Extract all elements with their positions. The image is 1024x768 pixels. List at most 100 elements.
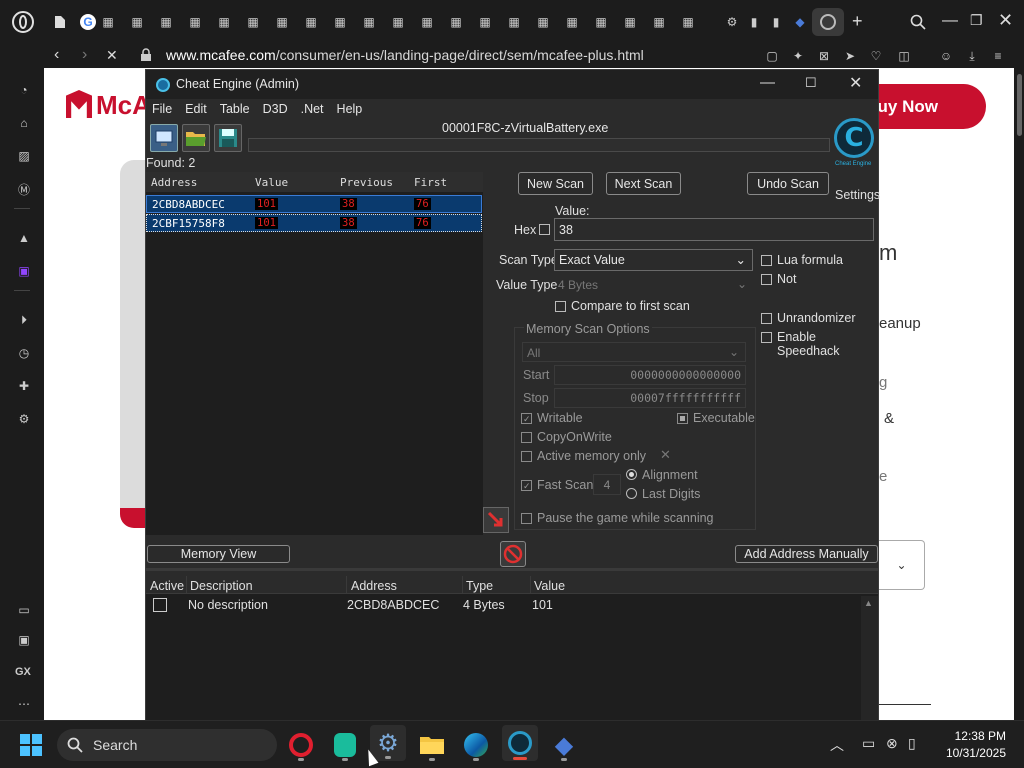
grid-icon[interactable]: ▦ bbox=[303, 14, 319, 30]
page-scrollbar[interactable] bbox=[1014, 68, 1024, 720]
col-value[interactable]: Value bbox=[255, 176, 288, 189]
hex-checkbox[interactable] bbox=[539, 224, 550, 235]
cheat-table[interactable]: Active Description Address Type Value No… bbox=[146, 576, 878, 721]
history-icon[interactable]: ◷ bbox=[16, 345, 32, 361]
menu-dotnet[interactable]: .Net bbox=[301, 102, 324, 120]
speed-dial-icon[interactable]: ◔ bbox=[16, 82, 32, 98]
col-type[interactable]: Type bbox=[466, 579, 493, 593]
active-checkbox[interactable] bbox=[153, 598, 167, 612]
grid-icon[interactable]: ▦ bbox=[506, 14, 522, 30]
grid-icon[interactable]: ▦ bbox=[129, 14, 145, 30]
grid-icon[interactable]: ▦ bbox=[216, 14, 232, 30]
grid-icon[interactable]: ▦ bbox=[390, 14, 406, 30]
result-row[interactable]: 2CBD8ABDCEC 101 38 76 bbox=[146, 195, 482, 213]
minimize-icon[interactable]: — bbox=[942, 12, 958, 30]
lock-icon[interactable] bbox=[140, 48, 152, 62]
ce-title-bar[interactable]: Cheat Engine (Admin) — ☐ ✕ bbox=[146, 70, 878, 99]
memory-view-button[interactable]: Memory View bbox=[147, 545, 290, 563]
file-tab-icon[interactable]: ▮ bbox=[746, 14, 762, 30]
gear-tab-icon[interactable]: ⚙ bbox=[724, 14, 740, 30]
undo-scan-button[interactable]: Undo Scan bbox=[747, 172, 829, 195]
menu-help[interactable]: Help bbox=[337, 102, 363, 120]
taskbar-edge[interactable] bbox=[458, 727, 494, 763]
pin-icon[interactable]: ✦ bbox=[790, 48, 806, 64]
clear-list-button[interactable] bbox=[500, 541, 526, 567]
copy-on-write-checkbox[interactable] bbox=[521, 432, 532, 443]
block-icon[interactable]: ⊠ bbox=[816, 48, 832, 64]
taskbar-cheat-engine[interactable] bbox=[502, 725, 538, 761]
wallpaper-icon[interactable]: ▨ bbox=[16, 148, 32, 164]
ram-icon[interactable]: ▭ bbox=[16, 602, 32, 618]
file-tab-icon[interactable]: ▮ bbox=[768, 14, 784, 30]
drop-tab-icon[interactable]: ◆ bbox=[792, 14, 808, 30]
compare-first-checkbox[interactable] bbox=[555, 301, 566, 312]
col-first[interactable]: First bbox=[414, 176, 447, 189]
grid-icon[interactable]: ▦ bbox=[419, 14, 435, 30]
alignment-radio[interactable] bbox=[626, 469, 637, 480]
search-tabs-icon[interactable] bbox=[910, 14, 926, 30]
scan-results-list[interactable]: Address Value Previous First 2CBD8ABDCEC… bbox=[146, 172, 483, 535]
close-icon[interactable]: ✕ bbox=[998, 10, 1013, 31]
back-icon[interactable]: ‹ bbox=[54, 46, 59, 64]
result-row[interactable]: 2CBF15758F8 101 38 76 bbox=[146, 214, 482, 232]
open-process-button[interactable] bbox=[150, 124, 178, 152]
col-address[interactable]: Address bbox=[351, 579, 397, 593]
speedhack-checkbox[interactable] bbox=[761, 332, 772, 343]
snapshot-icon[interactable]: ▢ bbox=[764, 48, 780, 64]
scrollbar-thumb[interactable] bbox=[1016, 74, 1022, 136]
ai-icon[interactable]: ⌂ bbox=[16, 115, 32, 131]
settings-icon[interactable]: ⚙ bbox=[16, 411, 32, 427]
taskbar-app-blue[interactable]: ◆ bbox=[546, 727, 582, 763]
messenger-icon[interactable]: Ⓜ bbox=[16, 181, 32, 197]
battery-icon[interactable]: ▯ bbox=[908, 735, 916, 752]
more-icon[interactable]: ⋯ bbox=[16, 696, 32, 712]
stop-address-input[interactable]: 00007fffffffffff bbox=[554, 388, 746, 408]
unrandomizer-checkbox[interactable] bbox=[761, 313, 772, 324]
grid-icon[interactable]: ▦ bbox=[245, 14, 261, 30]
grid-icon[interactable]: ▦ bbox=[361, 14, 377, 30]
grid-icon[interactable]: ▦ bbox=[651, 14, 667, 30]
restore-icon[interactable]: ❐ bbox=[970, 12, 983, 29]
fast-scan-checkbox[interactable] bbox=[521, 480, 532, 491]
add-selected-to-list-button[interactable] bbox=[483, 507, 509, 533]
scan-type-select[interactable]: Exact Value ⌄ bbox=[554, 249, 753, 271]
col-address[interactable]: Address bbox=[151, 176, 197, 189]
send-icon[interactable]: ➤ bbox=[842, 48, 858, 64]
clock-date[interactable]: 10/31/2025 bbox=[938, 746, 1006, 760]
memory-region-select[interactable]: All ⌄ bbox=[522, 342, 746, 362]
wallet-icon[interactable]: ◫ bbox=[896, 48, 912, 64]
grid-icon[interactable]: ▦ bbox=[622, 14, 638, 30]
menu-table[interactable]: Table bbox=[220, 102, 250, 120]
not-checkbox[interactable] bbox=[761, 274, 772, 285]
network-icon[interactable]: ⊗ bbox=[886, 735, 898, 752]
start-address-input[interactable]: 0000000000000000 bbox=[554, 365, 746, 385]
save-button[interactable] bbox=[214, 124, 242, 152]
url-field[interactable]: www.mcafee.com/consumer/en-us/landing-pa… bbox=[166, 47, 644, 63]
grid-icon[interactable]: ▦ bbox=[274, 14, 290, 30]
value-type-select[interactable]: 4 Bytes ⌄ bbox=[554, 275, 753, 295]
menu-d3d[interactable]: D3D bbox=[263, 102, 288, 120]
menu-file[interactable]: File bbox=[152, 102, 172, 120]
new-scan-button[interactable]: New Scan bbox=[518, 172, 593, 195]
active-tab[interactable] bbox=[812, 8, 844, 36]
splitter[interactable] bbox=[146, 568, 878, 571]
clear-icon[interactable]: ✕ bbox=[660, 447, 671, 463]
settings-link[interactable]: Settings bbox=[835, 188, 880, 202]
add-address-manually-button[interactable]: Add Address Manually bbox=[735, 545, 878, 563]
table-scrollbar[interactable]: ▲ bbox=[861, 596, 878, 721]
cpu-icon[interactable]: ▣ bbox=[16, 632, 32, 648]
stop-loading-icon[interactable]: ✕ bbox=[106, 47, 118, 64]
col-active[interactable]: Active bbox=[150, 579, 184, 593]
close-icon[interactable]: ✕ bbox=[849, 73, 862, 93]
menu-icon[interactable]: ≡ bbox=[990, 48, 1006, 64]
grid-icon[interactable]: ▦ bbox=[564, 14, 580, 30]
grid-icon[interactable]: ▦ bbox=[332, 14, 348, 30]
taskbar-explorer[interactable] bbox=[414, 727, 450, 763]
grid-icon[interactable]: ▦ bbox=[158, 14, 174, 30]
taskbar-search[interactable]: Search bbox=[57, 729, 277, 761]
file-icon[interactable] bbox=[52, 14, 68, 30]
grid-icon[interactable]: ▦ bbox=[477, 14, 493, 30]
taskbar-app-green[interactable] bbox=[327, 727, 363, 763]
forward-icon[interactable]: › bbox=[82, 46, 87, 64]
clock-time[interactable]: 12:38 PM bbox=[952, 729, 1006, 743]
